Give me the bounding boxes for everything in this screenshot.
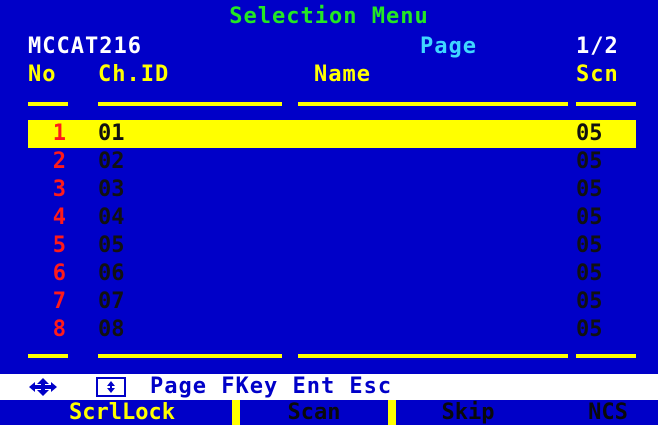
model-name: MCCAT216 bbox=[28, 34, 142, 59]
scan-time: 05 bbox=[576, 121, 603, 146]
scan-time: 05 bbox=[576, 261, 603, 286]
channel-row[interactable]: 7 07 05 bbox=[28, 288, 636, 316]
channel-number: 5 bbox=[52, 233, 66, 258]
channel-id: 02 bbox=[98, 149, 125, 174]
channel-number: 7 bbox=[52, 289, 66, 314]
channel-number: 6 bbox=[52, 261, 66, 286]
scan-time: 05 bbox=[576, 177, 603, 202]
channel-id: 03 bbox=[98, 177, 125, 202]
scan-function[interactable]: Scan bbox=[244, 400, 384, 425]
channel-id: 06 bbox=[98, 261, 125, 286]
ncs-function[interactable]: NCS bbox=[568, 400, 648, 425]
channel-list: 1 01 05 2 02 05 3 03 05 4 04 05 5 05 05 6 06 05 7 07 05 8 08 05 bbox=[28, 120, 636, 344]
scrllock-function[interactable]: ScrlLock bbox=[22, 400, 222, 425]
scan-time: 05 bbox=[576, 233, 603, 258]
help-bar: Page FKey Ent Esc bbox=[0, 374, 658, 400]
column-header-ch-id: Ch.ID bbox=[98, 62, 170, 87]
scan-time: 05 bbox=[576, 205, 603, 230]
scan-time: 05 bbox=[576, 289, 603, 314]
channel-id: 04 bbox=[98, 205, 125, 230]
osd-screen: Selection Menu MCCAT216 Page 1/2 No Ch.I… bbox=[0, 0, 658, 425]
column-header-name: Name bbox=[314, 62, 371, 87]
channel-id: 05 bbox=[98, 233, 125, 258]
channel-row[interactable]: 6 06 05 bbox=[28, 260, 636, 288]
scan-time: 05 bbox=[576, 149, 603, 174]
page-key-icon bbox=[96, 377, 126, 397]
help-keys: Page FKey Ent Esc bbox=[150, 374, 393, 399]
page-number: 1/2 bbox=[576, 34, 619, 59]
footer-divider bbox=[28, 354, 636, 358]
scan-time: 05 bbox=[576, 317, 603, 342]
channel-number: 1 bbox=[52, 121, 66, 146]
channel-row[interactable]: 4 04 05 bbox=[28, 204, 636, 232]
channel-row[interactable]: 8 08 05 bbox=[28, 316, 636, 344]
channel-number: 2 bbox=[52, 149, 66, 174]
channel-row[interactable]: 3 03 05 bbox=[28, 176, 636, 204]
menu-title: Selection Menu bbox=[229, 4, 429, 29]
channel-number: 8 bbox=[52, 317, 66, 342]
channel-row[interactable]: 5 05 05 bbox=[28, 232, 636, 260]
function-bar: ScrlLock Scan Skip NCS bbox=[0, 400, 658, 425]
channel-row[interactable]: 1 01 05 bbox=[28, 120, 636, 148]
header-divider bbox=[28, 102, 636, 106]
channel-number: 3 bbox=[52, 177, 66, 202]
channel-id: 08 bbox=[98, 317, 125, 342]
skip-function[interactable]: Skip bbox=[400, 400, 536, 425]
function-separator bbox=[232, 400, 240, 425]
page-label: Page bbox=[420, 34, 477, 59]
function-separator bbox=[388, 400, 396, 425]
channel-id: 07 bbox=[98, 289, 125, 314]
channel-number: 4 bbox=[52, 205, 66, 230]
channel-row[interactable]: 2 02 05 bbox=[28, 148, 636, 176]
column-header-scn: Scn bbox=[576, 62, 619, 87]
channel-id: 01 bbox=[98, 121, 125, 146]
column-header-no: No bbox=[28, 62, 57, 87]
arrow-keys-icon bbox=[28, 377, 58, 397]
